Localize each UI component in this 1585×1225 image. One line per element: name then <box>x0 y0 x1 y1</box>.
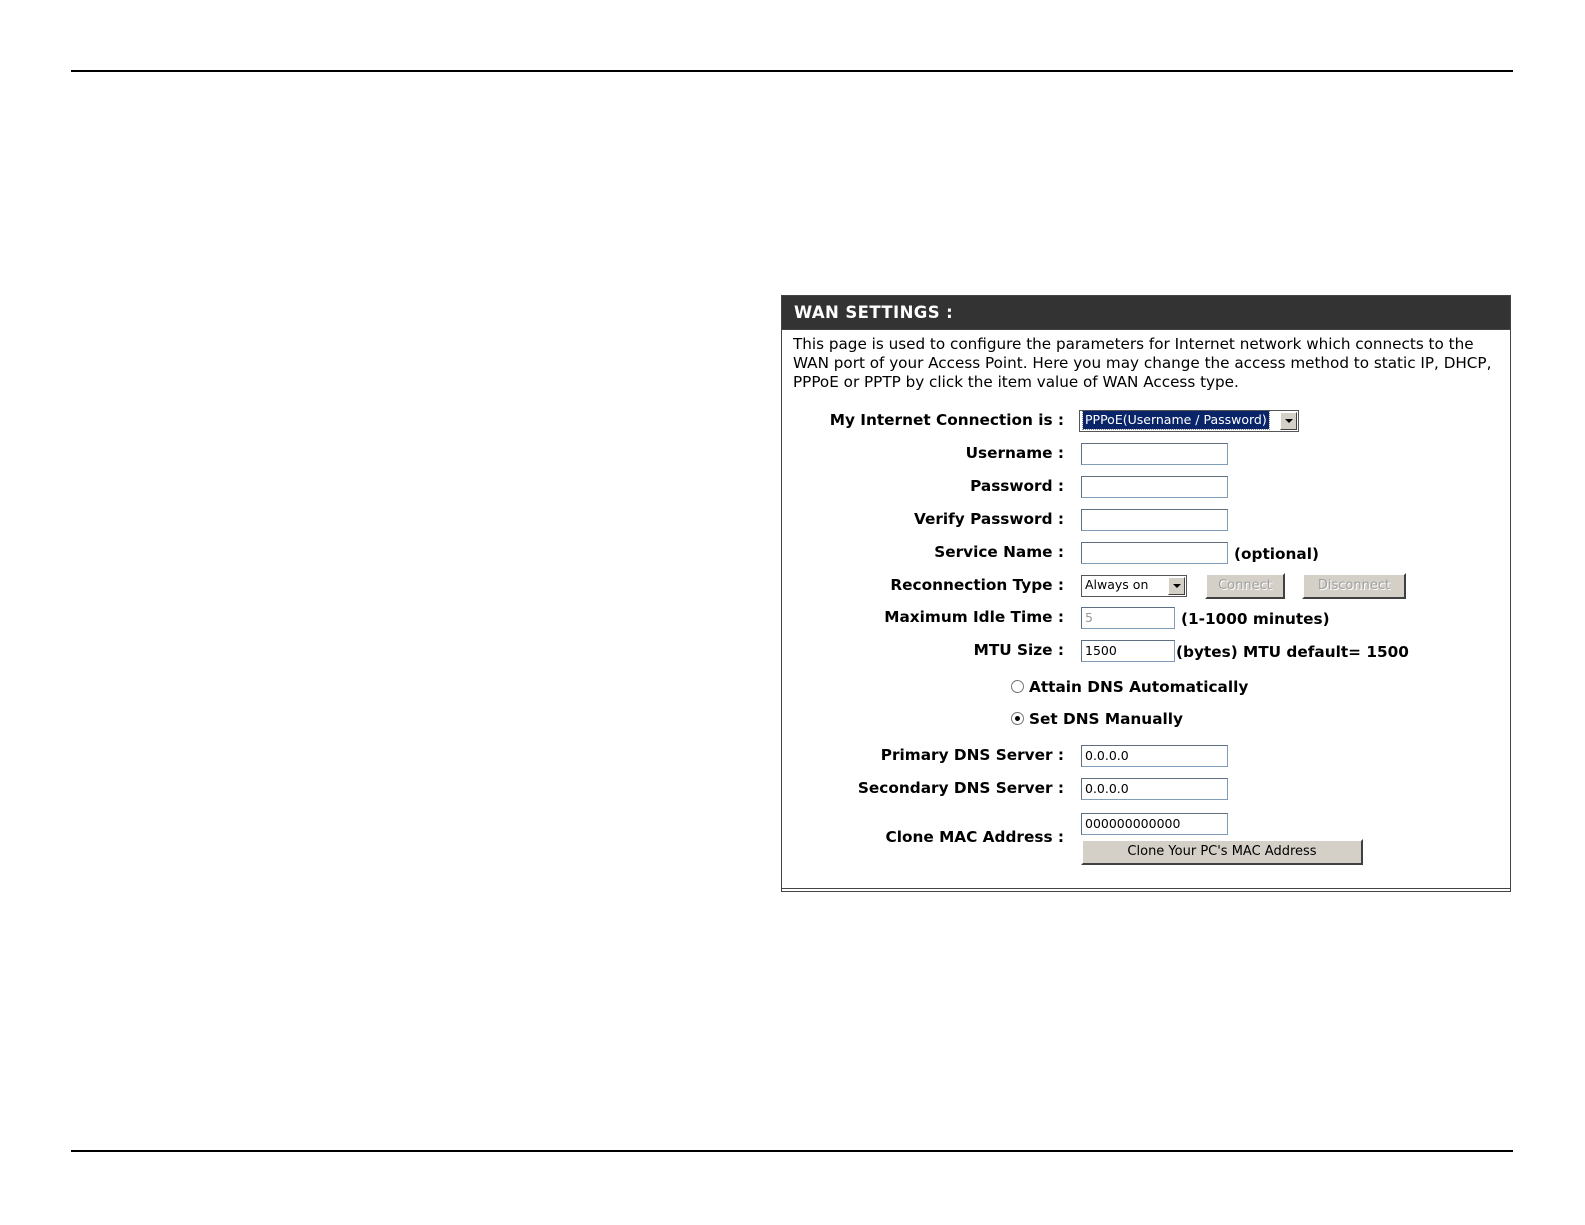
panel-title: WAN SETTINGS : <box>782 296 1510 330</box>
service-name-hint: (optional) <box>1234 545 1319 563</box>
password-input[interactable] <box>1081 476 1228 498</box>
panel-description: This page is used to configure the param… <box>793 335 1492 391</box>
password-label: Password : <box>970 477 1064 495</box>
idle-time-hint: (1-1000 minutes) <box>1181 610 1330 628</box>
idle-time-input[interactable]: 5 <box>1081 607 1175 629</box>
connection-type-label: My Internet Connection is : <box>829 411 1064 429</box>
reconnection-type-select[interactable]: Always on <box>1081 575 1187 597</box>
mtu-size-label: MTU Size : <box>973 641 1064 659</box>
bottom-divider <box>71 1150 1513 1152</box>
chevron-down-icon[interactable] <box>1280 412 1297 430</box>
disconnect-button[interactable]: Disconnect <box>1302 573 1406 599</box>
reconnection-type-value: Always on <box>1085 577 1149 592</box>
reconnection-type-label: Reconnection Type : <box>890 576 1064 594</box>
secondary-dns-label: Secondary DNS Server : <box>857 779 1064 797</box>
service-name-input[interactable] <box>1081 542 1228 564</box>
panel-bottom-divider <box>782 888 1510 889</box>
idle-time-label: Maximum Idle Time : <box>884 608 1064 626</box>
connection-type-select[interactable]: PPPoE(Username / Password) <box>1079 410 1299 432</box>
connection-type-value: PPPoE(Username / Password) <box>1082 411 1270 430</box>
chevron-down-icon[interactable] <box>1168 577 1185 595</box>
service-name-label: Service Name : <box>934 543 1064 561</box>
mtu-size-hint: (bytes) MTU default= 1500 <box>1176 643 1409 661</box>
dns-auto-radio[interactable] <box>1011 680 1024 693</box>
verify-password-input[interactable] <box>1081 509 1228 531</box>
mac-address-input[interactable]: 000000000000 <box>1081 813 1228 835</box>
dns-manual-radio[interactable] <box>1011 712 1024 725</box>
dns-auto-label: Attain DNS Automatically <box>1029 678 1249 696</box>
clone-mac-label: Clone MAC Address : <box>885 828 1065 846</box>
top-divider <box>71 70 1513 72</box>
clone-mac-button[interactable]: Clone Your PC's MAC Address <box>1081 839 1363 865</box>
verify-password-label: Verify Password : <box>913 510 1064 528</box>
username-input[interactable] <box>1081 443 1228 465</box>
connect-button[interactable]: Connect <box>1205 573 1285 599</box>
primary-dns-input[interactable]: 0.0.0.0 <box>1081 745 1228 767</box>
dns-manual-label: Set DNS Manually <box>1029 710 1183 728</box>
secondary-dns-input[interactable]: 0.0.0.0 <box>1081 778 1228 800</box>
primary-dns-label: Primary DNS Server : <box>880 746 1064 764</box>
mtu-size-input[interactable]: 1500 <box>1081 640 1175 662</box>
username-label: Username : <box>965 444 1064 462</box>
wan-settings-panel: WAN SETTINGS : This page is used to conf… <box>781 295 1511 892</box>
